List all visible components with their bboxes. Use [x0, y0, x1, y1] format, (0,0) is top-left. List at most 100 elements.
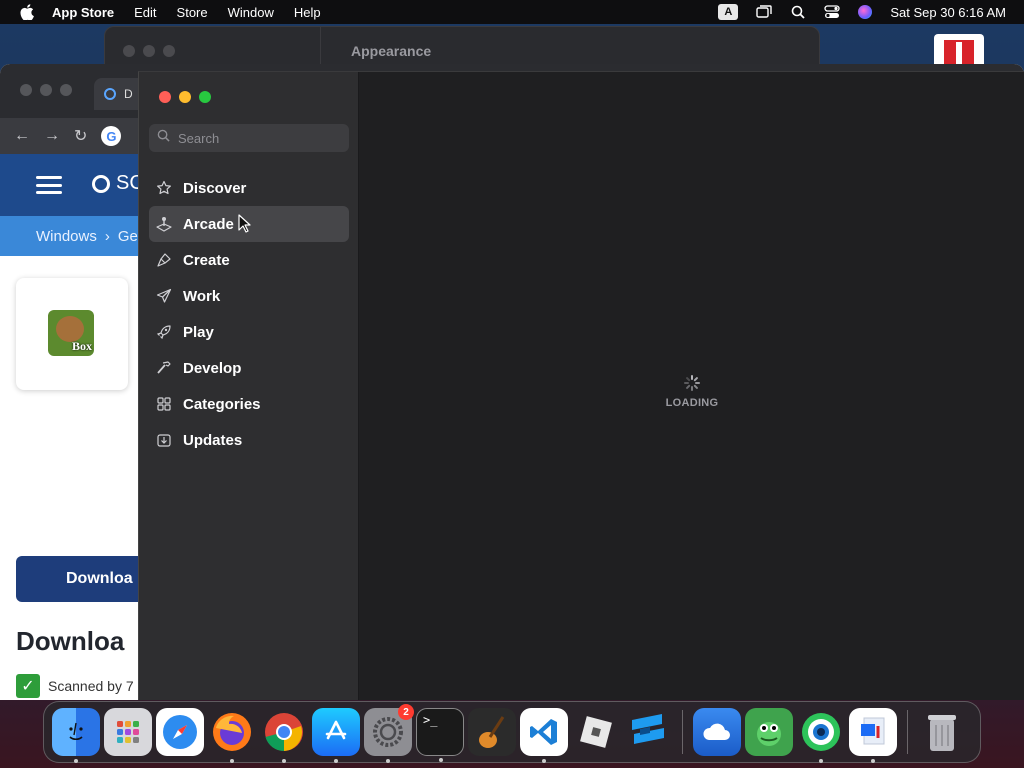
spotlight-search-icon[interactable] [790, 4, 806, 20]
dock-safari[interactable] [156, 708, 204, 756]
menu-window[interactable]: Window [228, 5, 274, 20]
forward-arrow-icon[interactable]: → [44, 127, 60, 145]
back-arrow-icon[interactable]: ← [14, 127, 30, 145]
sidebar-item-categories[interactable]: Categories [149, 386, 349, 422]
apple-menu-icon[interactable] [18, 4, 36, 20]
gear-icon [373, 717, 403, 747]
dock-garageband[interactable] [468, 708, 516, 756]
sidebar-item-work[interactable]: Work [149, 278, 349, 314]
grid-icon [155, 395, 173, 413]
app-store-sidebar: Discover Arcade Create Work [139, 72, 359, 700]
safari-compass-icon [163, 715, 197, 749]
siri-icon[interactable] [858, 5, 873, 19]
content-area: LOADING [359, 72, 1024, 700]
rocket-icon [155, 323, 173, 341]
dock-weather[interactable] [693, 708, 741, 756]
menu-bar-clock[interactable]: Sat Sep 30 6:16 AM [890, 5, 1006, 20]
minimize-button[interactable] [179, 91, 191, 103]
sidebar-item-label: Updates [183, 431, 243, 449]
menu-app-name[interactable]: App Store [52, 5, 114, 20]
roblox-studio-icon [632, 714, 664, 744]
eye-browser-icon [802, 713, 840, 751]
app-store-icon [325, 720, 347, 740]
breadcrumb-category[interactable]: Ge [118, 228, 138, 245]
search-input[interactable] [178, 130, 338, 146]
appearance-window-title: Appearance [351, 43, 432, 59]
search-icon [157, 129, 170, 147]
sidebar-item-create[interactable]: Create [149, 242, 349, 278]
cloud-icon [703, 723, 730, 740]
menu-help[interactable]: Help [294, 5, 321, 20]
sidebar-item-discover[interactable]: Discover [149, 170, 349, 206]
loading-spinner-icon [684, 375, 700, 391]
menu-store[interactable]: Store [177, 5, 208, 20]
hammer-icon [155, 359, 173, 377]
crocodile-game-icon [757, 722, 781, 746]
site-search-icon [92, 174, 110, 193]
trash-icon [928, 715, 956, 751]
close-button[interactable] [159, 91, 171, 103]
menu-bar: App Store Edit Store Window Help A Sat S… [0, 0, 1024, 24]
download-tray-icon [155, 431, 173, 449]
browser-tab-title: D [124, 87, 133, 101]
download-heading: Downloa [16, 626, 125, 656]
reload-icon[interactable]: ↻ [74, 126, 87, 146]
window-controls [159, 91, 211, 103]
sidebar-item-label: Play [183, 323, 214, 341]
menu-edit[interactable]: Edit [134, 5, 156, 20]
hamburger-menu-icon[interactable] [36, 176, 62, 194]
joystick-icon [155, 215, 173, 233]
finder-icon [69, 722, 83, 741]
tab-favicon-icon [104, 88, 116, 100]
sidebar-item-label: Develop [183, 359, 242, 377]
dock-terminal[interactable]: >_ [416, 708, 464, 762]
sidebar-item-label: Create [183, 251, 230, 269]
dock-remote-desktop[interactable] [849, 708, 897, 763]
terminal-prompt-icon: >_ [423, 713, 438, 727]
sidebar-item-label: Categories [183, 395, 261, 413]
dock-trash[interactable] [918, 708, 966, 756]
paper-plane-icon [155, 287, 173, 305]
screen-mirroring-icon[interactable] [756, 4, 773, 20]
vscode-icon [530, 719, 557, 745]
dock-roblox[interactable] [572, 708, 620, 756]
input-source-indicator[interactable]: A [718, 4, 739, 20]
dock-launchpad[interactable] [104, 708, 152, 756]
notification-badge: 2 [398, 704, 414, 720]
dock-separator [907, 710, 908, 754]
dock-firefox[interactable] [208, 708, 256, 763]
zoom-button[interactable] [199, 91, 211, 103]
control-center-icon[interactable] [824, 4, 841, 20]
sidebar-item-label: Arcade [183, 215, 234, 233]
dock-browser-eye[interactable] [797, 708, 845, 763]
star-icon [155, 179, 173, 197]
brush-icon [155, 251, 173, 269]
sidebar-item-updates[interactable]: Updates [149, 422, 349, 458]
check-shield-icon: ✓ [16, 674, 40, 698]
remote-desktop-icon [861, 717, 885, 745]
app-store-window: Discover Arcade Create Work [138, 71, 1024, 700]
red-app-window [934, 34, 984, 66]
roblox-icon [580, 716, 612, 748]
sidebar-item-play[interactable]: Play [149, 314, 349, 350]
firefox-icon [213, 713, 251, 751]
sidebar-item-label: Work [183, 287, 221, 305]
chrome-icon [265, 713, 303, 752]
launchpad-icon [117, 721, 139, 743]
scanned-notice: ✓ Scanned by 7 [16, 674, 134, 698]
sidebar-item-develop[interactable]: Develop [149, 350, 349, 386]
search-field[interactable] [149, 124, 349, 152]
breadcrumb-windows[interactable]: Windows [36, 228, 97, 245]
dock-roblox-studio[interactable] [624, 708, 672, 756]
dock-system-settings[interactable]: 2 [364, 704, 414, 763]
dock-game[interactable] [745, 708, 793, 756]
site-search[interactable]: SC [92, 172, 144, 195]
dock-vscode[interactable] [520, 708, 568, 763]
dock-finder[interactable] [52, 708, 100, 763]
dock-app-store[interactable] [312, 708, 360, 763]
dock-chrome[interactable] [260, 708, 308, 763]
google-icon: G [101, 126, 122, 146]
app-card[interactable]: Box [16, 278, 128, 390]
mouse-cursor-icon [238, 214, 252, 239]
loading-label: LOADING [665, 397, 719, 409]
